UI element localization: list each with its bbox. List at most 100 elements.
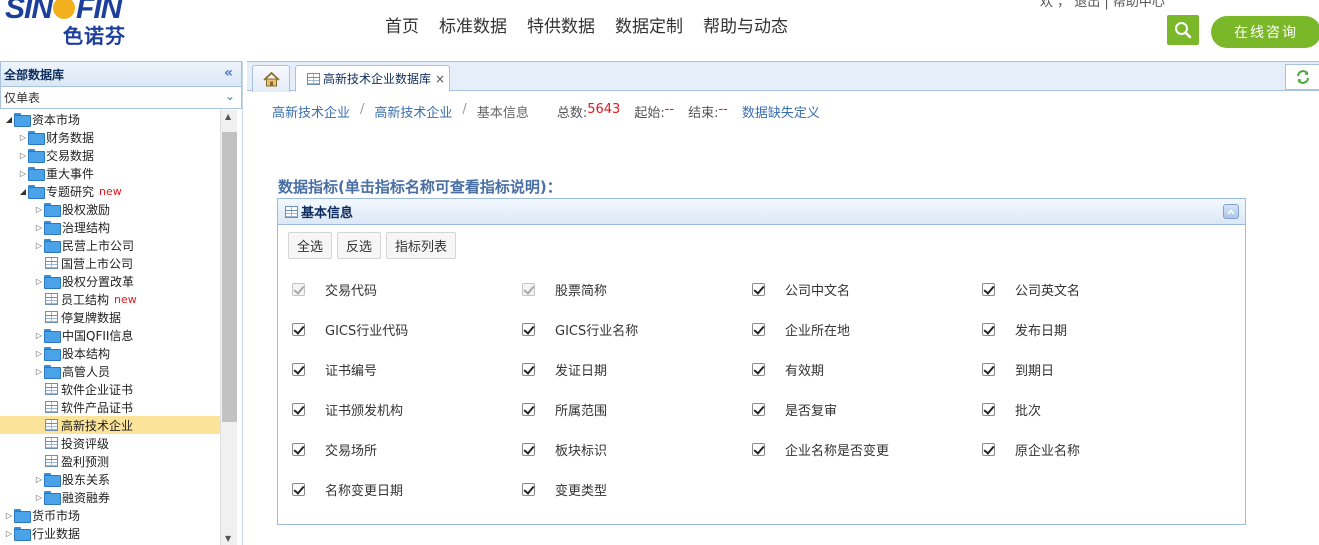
indicator-field[interactable]: 原企业名称 <box>982 439 1080 459</box>
indicator-label[interactable]: 到期日 <box>1015 360 1054 379</box>
collapsed-arrow-icon[interactable]: ▷ <box>34 493 44 502</box>
indicator-checkbox[interactable] <box>982 282 995 296</box>
collapsed-arrow-icon[interactable]: ▷ <box>4 529 14 538</box>
indicator-label[interactable]: 板块标识 <box>555 440 607 459</box>
collapsed-arrow-icon[interactable]: ▷ <box>34 223 44 232</box>
indicator-checkbox[interactable] <box>982 322 995 336</box>
invert-selection-button[interactable]: 反选 <box>337 232 382 259</box>
indicator-label[interactable]: 交易场所 <box>325 440 377 459</box>
indicator-label[interactable]: 名称变更日期 <box>325 480 403 499</box>
indicator-checkbox[interactable] <box>982 362 995 376</box>
online-consult-button[interactable]: 在线咨询 <box>1211 16 1319 48</box>
indicator-checkbox[interactable] <box>522 402 535 416</box>
tab-home[interactable] <box>252 65 290 92</box>
tree-item[interactable]: 停复牌数据 <box>0 308 220 326</box>
tree-item[interactable]: 盈利预测 <box>0 452 220 470</box>
tree-item[interactable]: ▷ 财务数据 <box>0 128 220 146</box>
indicator-field[interactable]: 名称变更日期 <box>292 479 403 499</box>
tree-item[interactable]: ▷ 股权激励 <box>0 200 220 218</box>
tree-item[interactable]: ▷ 重大事件 <box>0 164 220 182</box>
indicator-label[interactable]: 股票简称 <box>555 280 607 299</box>
collapsed-arrow-icon[interactable]: ▷ <box>34 277 44 286</box>
indicator-field[interactable]: 发布日期 <box>982 319 1067 339</box>
collapsed-arrow-icon[interactable]: ▷ <box>4 511 14 520</box>
tree-item[interactable]: ▷ 高管人员 <box>0 362 220 380</box>
indicator-field[interactable]: 到期日 <box>982 359 1054 379</box>
indicator-field[interactable]: 公司中文名 <box>752 279 850 299</box>
tree-item[interactable]: 国营上市公司 <box>0 254 220 272</box>
tree-item[interactable]: ◢ 资本市场 <box>0 110 220 128</box>
refresh-button[interactable] <box>1285 64 1319 90</box>
nav-custom-data[interactable]: 数据定制 <box>615 12 683 37</box>
tree-item[interactable]: ▷ 民营上市公司 <box>0 236 220 254</box>
indicator-checkbox[interactable] <box>752 402 765 416</box>
indicator-field[interactable]: 有效期 <box>752 359 824 379</box>
tree-item[interactable]: 高新技术企业 <box>0 416 220 434</box>
indicator-field[interactable]: 批次 <box>982 399 1041 419</box>
collapsed-arrow-icon[interactable]: ▷ <box>34 367 44 376</box>
breadcrumb-level2[interactable]: 高新技术企业 <box>374 102 452 121</box>
select-all-button[interactable]: 全选 <box>288 232 333 259</box>
close-icon[interactable]: × <box>435 72 445 86</box>
tree-item[interactable]: ▷ 交易数据 <box>0 146 220 164</box>
indicator-label[interactable]: 证书编号 <box>325 360 377 379</box>
indicator-label[interactable]: 有效期 <box>785 360 824 379</box>
tree-item[interactable]: 软件企业证书 <box>0 380 220 398</box>
indicator-field[interactable]: 板块标识 <box>522 439 607 459</box>
indicator-checkbox[interactable] <box>982 402 995 416</box>
tree-item[interactable]: ▷ 治理结构 <box>0 218 220 236</box>
indicator-list-button[interactable]: 指标列表 <box>386 232 457 259</box>
indicator-field[interactable]: 企业名称是否变更 <box>752 439 889 459</box>
indicator-field[interactable]: 公司英文名 <box>982 279 1080 299</box>
tree-item[interactable]: 员工结构 new <box>0 290 220 308</box>
indicator-label[interactable]: 企业名称是否变更 <box>785 440 889 459</box>
indicator-field[interactable]: 交易代码 <box>292 279 377 299</box>
indicator-checkbox[interactable] <box>292 402 305 416</box>
indicator-checkbox[interactable] <box>522 442 535 456</box>
indicator-checkbox[interactable] <box>752 322 765 336</box>
missing-data-definition-link[interactable]: 数据缺失定义 <box>742 102 820 121</box>
indicator-checkbox[interactable] <box>292 442 305 456</box>
indicator-label[interactable]: 变更类型 <box>555 480 607 499</box>
breadcrumb-level1[interactable]: 高新技术企业 <box>272 102 350 121</box>
collapsed-arrow-icon[interactable]: ▷ <box>34 241 44 250</box>
tree-item[interactable]: ▷ 股本结构 <box>0 344 220 362</box>
indicator-field[interactable]: GICS行业名称 <box>522 319 638 339</box>
collapsed-arrow-icon[interactable]: ▷ <box>34 205 44 214</box>
collapsed-arrow-icon[interactable]: ▷ <box>18 169 28 178</box>
indicator-label[interactable]: 公司中文名 <box>785 280 850 299</box>
indicator-label[interactable]: 发布日期 <box>1015 320 1067 339</box>
collapsed-arrow-icon[interactable]: ▷ <box>34 475 44 484</box>
indicator-checkbox[interactable] <box>752 442 765 456</box>
user-links[interactable]: 欢 ， 退出 | 帮助中心 <box>1040 0 1165 10</box>
tree-item[interactable]: ▷ 股东关系 <box>0 470 220 488</box>
indicator-checkbox[interactable] <box>522 482 535 496</box>
indicator-checkbox[interactable] <box>292 322 305 336</box>
indicator-field[interactable]: 证书编号 <box>292 359 377 379</box>
indicator-checkbox[interactable] <box>522 362 535 376</box>
tree-item[interactable]: ▷ 中国QFII信息 <box>0 326 220 344</box>
expanded-arrow-icon[interactable]: ◢ <box>18 187 28 196</box>
panel-collapse-button[interactable] <box>1223 204 1239 219</box>
collapsed-arrow-icon[interactable]: ▷ <box>34 349 44 358</box>
indicator-label[interactable]: 原企业名称 <box>1015 440 1080 459</box>
tree-item[interactable]: ▷ 行业数据 <box>0 524 220 542</box>
collapsed-arrow-icon[interactable]: ▷ <box>18 151 28 160</box>
collapsed-arrow-icon[interactable]: ▷ <box>18 133 28 142</box>
indicator-label[interactable]: GICS行业代码 <box>325 320 408 339</box>
indicator-label[interactable]: 所属范围 <box>555 400 607 419</box>
scrollbar-thumb[interactable] <box>222 132 237 422</box>
indicator-field[interactable]: 所属范围 <box>522 399 607 419</box>
tree-item[interactable]: ▷ 股权分置改革 <box>0 272 220 290</box>
indicator-checkbox[interactable] <box>292 482 305 496</box>
tree-item[interactable]: ◢ 专题研究 new <box>0 182 220 200</box>
nav-home[interactable]: 首页 <box>385 12 419 37</box>
indicator-field[interactable]: 是否复审 <box>752 399 837 419</box>
indicator-label[interactable]: 交易代码 <box>325 280 377 299</box>
indicator-field[interactable]: 证书颁发机构 <box>292 399 403 419</box>
scroll-down-icon[interactable]: ▼ <box>225 534 231 543</box>
indicator-label[interactable]: GICS行业名称 <box>555 320 638 339</box>
nav-help[interactable]: 帮助与动态 <box>703 12 788 37</box>
tree-item[interactable]: ▷ 货币市场 <box>0 506 220 524</box>
indicator-field[interactable]: 企业所在地 <box>752 319 850 339</box>
